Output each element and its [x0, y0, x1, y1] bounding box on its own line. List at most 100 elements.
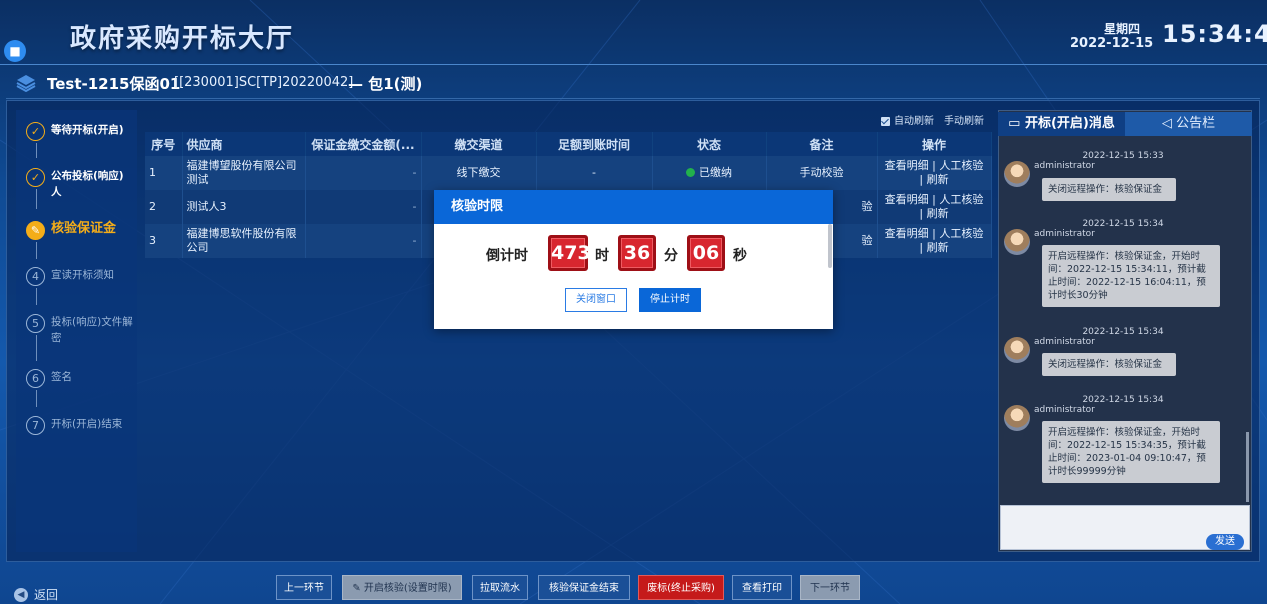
close-window-button[interactable]: 关闭窗口 [565, 288, 627, 312]
refresh-row-link[interactable]: 刷新 [927, 207, 949, 220]
cell-channel: 线下缴交 [421, 156, 537, 190]
step-label: 核验保证金 [51, 221, 117, 236]
cell-supplier: 测试人3 [182, 190, 306, 224]
column-header: 缴交渠道 [421, 132, 537, 156]
step-3[interactable]: ✎ 核验保证金 [26, 221, 116, 240]
cell-amount: - [305, 190, 422, 224]
step-5[interactable]: 5 投标(响应)文件解密 [26, 314, 135, 346]
clock: 15:34:42 [1162, 20, 1267, 48]
start-verify-label: 开启核验(设置时限) [363, 583, 452, 594]
pull-records-button[interactable]: 拉取流水 [472, 575, 528, 600]
end-verify-button[interactable]: 核验保证金结束 [538, 575, 630, 600]
manual-check-link[interactable]: 人工核验 [939, 193, 983, 206]
message-bubble: 开启远程操作：核验保证金，开始时间：2022-12-15 15:34:35，预计… [1042, 421, 1220, 483]
avatar [1004, 405, 1030, 431]
refresh-row-link[interactable]: 刷新 [927, 241, 949, 254]
step-6[interactable]: 6 签名 [26, 369, 72, 388]
step-2[interactable]: ✓ 公布投标(响应)人 [26, 168, 131, 200]
step-label: 签名 [51, 371, 72, 383]
step-connector [36, 189, 37, 209]
cell-remark: 手动校验 [766, 156, 878, 190]
message-scrollbar[interactable] [1246, 432, 1249, 502]
weekday: 星期四 [1103, 22, 1140, 36]
message-time: 2022-12-15 15:34 [1082, 219, 1164, 229]
tab-open-messages[interactable]: ▭ 开标(开启)消息 [998, 112, 1125, 136]
message-user: administrator [1034, 337, 1095, 347]
back-button[interactable]: ◀ 返回 [14, 586, 58, 603]
tab-label: 开标(开启)消息 [1024, 116, 1115, 131]
chat-icon: ▭ [1008, 116, 1021, 131]
check-icon: ✓ [26, 168, 45, 187]
start-verify-button[interactable]: ✎ 开启核验(设置时限) [342, 575, 462, 600]
step-7[interactable]: 7 开标(开启)结束 [26, 416, 122, 435]
status-text: 已缴纳 [699, 166, 732, 179]
step-sidebar: ✓ 等待开标(开启) ✓ 公布投标(响应)人 ✎ 核验保证金 4 宣读开标须知 … [16, 110, 137, 552]
verification-timer-dialog: 核验时限 倒计时 473 时 36 分 06 秒 关闭窗口 停止计时 [434, 190, 833, 329]
tab-notice-board[interactable]: ◁ 公告栏 [1125, 112, 1252, 136]
view-detail-link[interactable]: 查看明细 [885, 227, 929, 240]
refresh-row-link[interactable]: 刷新 [927, 173, 949, 186]
project-divider [6, 98, 1260, 99]
prev-step-button[interactable]: 上一环节 [276, 575, 332, 600]
message-bubble: 开启远程操作：核验保证金，开始时间：2022-12-15 15:34:11，预计… [1042, 245, 1220, 307]
step-connector [36, 335, 37, 361]
cell-amount: - [305, 156, 422, 190]
view-detail-link[interactable]: 查看明细 [885, 193, 929, 206]
step-4[interactable]: 4 宣读开标须知 [26, 267, 114, 286]
countdown-label: 倒计时 [486, 248, 528, 264]
dialog-title: 核验时限 [434, 190, 833, 224]
cell-supplier: 福建博望股份有限公司测试 [182, 156, 306, 190]
avatar [1004, 161, 1030, 187]
step-label: 宣读开标须知 [51, 269, 114, 281]
cell-no: 1 [145, 156, 183, 190]
step-label: 公布投标(响应)人 [51, 170, 124, 198]
package-name: — 包1(测) [348, 75, 423, 93]
manual-refresh-link[interactable]: 手动刷新 [944, 112, 984, 127]
layers-icon [16, 75, 36, 92]
speaker-icon: ◁ [1161, 116, 1172, 131]
message-bubble: 关闭远程操作：核验保证金 [1042, 353, 1176, 376]
view-detail-link[interactable]: 查看明细 [885, 159, 929, 172]
column-header: 备注 [766, 132, 878, 156]
seconds-unit: 秒 [733, 248, 747, 264]
pencil-icon: ✎ [26, 221, 45, 240]
grid-icon: ■ [9, 44, 21, 58]
message-user: administrator [1034, 229, 1095, 239]
column-header: 状态 [652, 132, 767, 156]
message-time: 2022-12-15 15:34 [1082, 395, 1164, 405]
header-divider [0, 64, 1267, 65]
dialog-scrollbar[interactable] [828, 224, 832, 268]
countdown-seconds: 06 [687, 235, 725, 271]
stop-timer-button[interactable]: 停止计时 [639, 288, 701, 312]
column-header: 供应商 [182, 132, 306, 156]
manual-check-link[interactable]: 人工核验 [939, 159, 983, 172]
countdown-minutes: 36 [618, 235, 656, 271]
message-time: 2022-12-15 15:33 [1082, 151, 1164, 161]
send-button[interactable]: 发送 [1206, 534, 1244, 550]
back-label: 返回 [34, 588, 59, 602]
apps-menu-button[interactable]: ■ [4, 40, 26, 62]
column-header: 足额到账时间 [536, 132, 653, 156]
avatar [1004, 229, 1030, 255]
status-dot-icon [686, 168, 695, 177]
cell-amount: - [305, 224, 422, 258]
column-header: 保证金缴交金额(... [305, 132, 422, 156]
message-bubble: 关闭远程操作：核验保证金 [1042, 178, 1176, 201]
auto-refresh-checkbox[interactable]: 自动刷新 [881, 112, 934, 127]
next-step-button[interactable]: 下一环节 [800, 575, 860, 600]
view-print-button[interactable]: 查看打印 [732, 575, 792, 600]
date: 2022-12-15 [1070, 36, 1154, 51]
abort-bid-button[interactable]: 废标(终止采购) [638, 575, 724, 600]
hours-unit: 时 [595, 248, 609, 264]
step-1[interactable]: ✓ 等待开标(开启) [26, 122, 124, 141]
column-header: 操作 [877, 132, 992, 156]
step-connector [36, 242, 37, 259]
column-header: 序号 [145, 132, 183, 156]
manual-check-link[interactable]: 人工核验 [939, 227, 983, 240]
checkbox-checked-icon [881, 116, 890, 126]
cell-ops: 查看明细 | 人工核验 | 刷新 [877, 224, 992, 258]
table-header-row: 序号 供应商 保证金缴交金额(... 缴交渠道 足额到账时间 状态 备注 操作 [145, 132, 992, 156]
minutes-unit: 分 [664, 248, 678, 264]
step-label: 投标(响应)文件解密 [51, 316, 133, 344]
project-code: [[230001]SC[TP]20220042] [174, 75, 354, 90]
